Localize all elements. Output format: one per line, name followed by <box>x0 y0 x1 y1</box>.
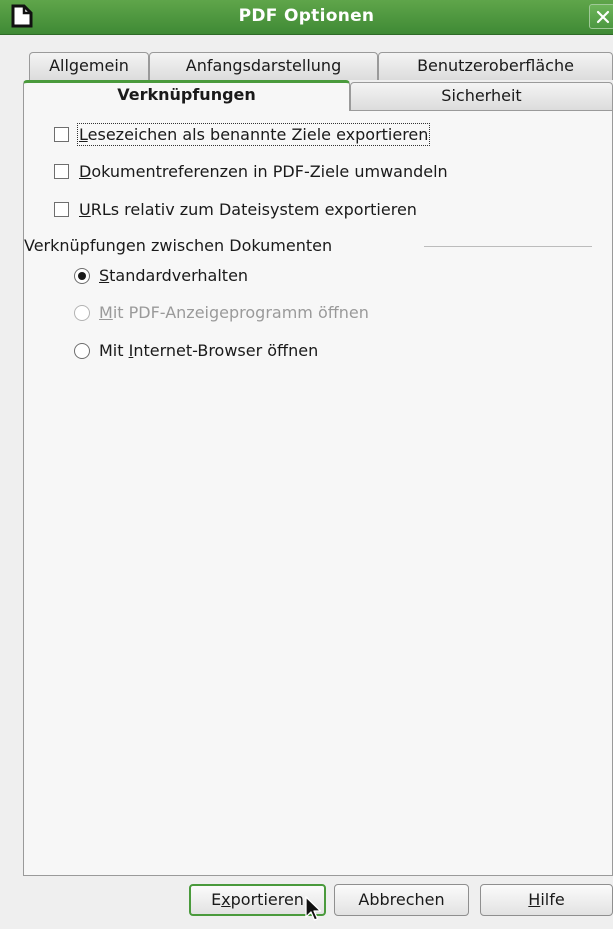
browser-label: Mit Internet-Browser öffnen <box>99 341 319 360</box>
checkbox-row-dokumentreferenzen[interactable]: Dokumentreferenzen in PDF-Ziele umwandel… <box>54 162 448 181</box>
cancel-button[interactable]: Abbrechen <box>334 884 469 916</box>
pdf-options-dialog: PDF Optionen Allgemein Anfangsdarstellun… <box>0 0 613 929</box>
radio-row-browser[interactable]: Mit Internet-Browser öffnen <box>74 341 318 360</box>
checkbox-row-lesezeichen[interactable]: Lesezeichen als benannte Ziele exportier… <box>54 123 431 146</box>
radio-row-standard[interactable]: Standardverhalten <box>74 266 248 285</box>
lesezeichen-label: Lesezeichen als benannte Ziele exportier… <box>76 123 431 146</box>
tab-anfangsdarstellung[interactable]: Anfangsdarstellung <box>149 52 378 80</box>
tab-label: Benutzeroberfläche <box>417 56 574 75</box>
tab-verknuepfungen[interactable]: Verknüpfungen <box>23 80 350 111</box>
mouse-pointer-icon <box>305 896 322 921</box>
pdf-viewer-radio <box>74 304 90 321</box>
dokumentreferenzen-checkbox[interactable] <box>54 164 69 179</box>
group-label-verknuepfungen: Verknüpfungen zwischen Dokumenten <box>24 236 333 255</box>
urls-relativ-label: URLs relativ zum Dateisystem exportieren <box>79 200 417 219</box>
tab-sicherheit[interactable]: Sicherheit <box>350 82 613 110</box>
tab-label: Allgemein <box>49 56 129 75</box>
standardverhalten-radio[interactable] <box>74 267 90 284</box>
close-icon <box>596 10 610 24</box>
tab-allgemein[interactable]: Allgemein <box>29 52 149 80</box>
urls-relativ-checkbox[interactable] <box>54 202 69 217</box>
lesezeichen-checkbox[interactable] <box>54 127 69 142</box>
pdf-viewer-label: Mit PDF-Anzeigeprogramm öffnen <box>99 303 369 322</box>
tab-benutzeroberflaeche[interactable]: Benutzeroberfläche <box>378 52 613 80</box>
browser-radio[interactable] <box>74 342 90 359</box>
radio-row-pdf-viewer: Mit PDF-Anzeigeprogramm öffnen <box>74 303 369 322</box>
title-bar[interactable]: PDF Optionen <box>0 0 613 35</box>
tab-content-pane: Lesezeichen als benannte Ziele exportier… <box>23 110 613 876</box>
tab-label: Verknüpfungen <box>117 85 256 104</box>
help-button[interactable]: Hilfe <box>480 884 613 916</box>
close-button[interactable] <box>589 4 613 29</box>
group-separator <box>424 246 592 247</box>
window-title: PDF Optionen <box>238 6 375 26</box>
checkbox-row-urls-relativ[interactable]: URLs relativ zum Dateisystem exportieren <box>54 200 417 219</box>
tab-label: Anfangsdarstellung <box>185 56 342 75</box>
standardverhalten-label: Standardverhalten <box>99 266 249 285</box>
dokumentreferenzen-label: Dokumentreferenzen in PDF-Ziele umwandel… <box>79 162 448 181</box>
tab-label: Sicherheit <box>441 86 522 105</box>
